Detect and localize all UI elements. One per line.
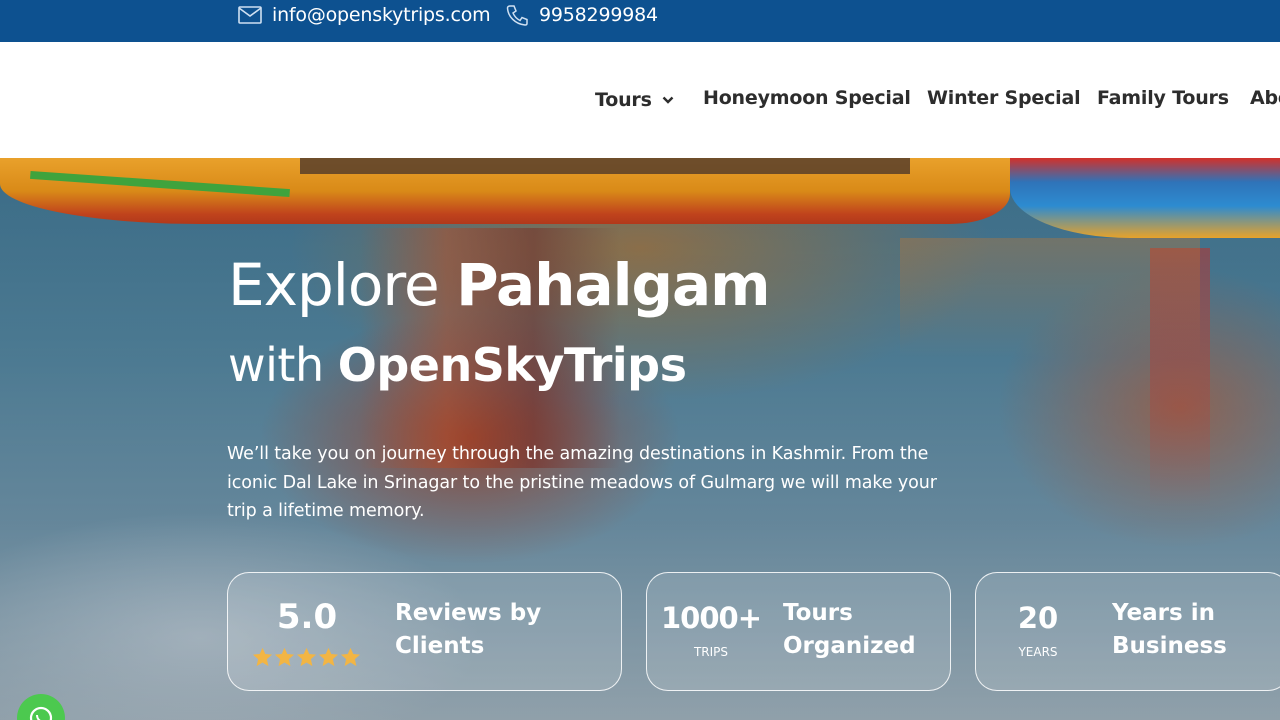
nav-item-label: Tours xyxy=(595,89,652,111)
phone-icon xyxy=(506,5,528,26)
stat-value: 5.0 xyxy=(276,597,338,637)
stat-sub: TRIPS xyxy=(693,645,729,659)
stat-value: 1000+ xyxy=(661,601,762,635)
chevron-down-icon xyxy=(662,87,674,109)
nav-item-winter-special[interactable]: Winter Special xyxy=(927,87,1081,109)
stat-label: Tours Organized xyxy=(783,597,916,663)
hero-title-light: with xyxy=(228,338,338,392)
star-icon xyxy=(252,647,273,667)
nav-item-tours[interactable]: Tours xyxy=(595,87,674,111)
star-icon xyxy=(318,647,339,667)
nav-item-label: Honeymoon Special xyxy=(703,87,911,109)
nav-item-honeymoon-special[interactable]: Honeymoon Special xyxy=(703,87,911,109)
hero-title-bold: Pahalgam xyxy=(456,251,770,319)
hero-section: Explore Pahalgam with OpenSkyTrips We’ll… xyxy=(0,158,1280,720)
hero-title-line2: with OpenSkyTrips xyxy=(228,338,687,392)
main-navbar: Tours Honeymoon Special Winter Special F… xyxy=(0,42,1280,158)
stat-card-years: 20 YEARS Years in Business xyxy=(975,572,1280,691)
hero-background-boat-right xyxy=(1010,158,1280,238)
whatsapp-icon xyxy=(29,706,53,720)
nav-item-label: Winter Special xyxy=(927,87,1081,109)
stat-label-line2: Organized xyxy=(783,633,916,659)
stat-label-line2: Business xyxy=(1112,633,1227,659)
star-icon xyxy=(296,647,317,667)
star-icon xyxy=(340,647,361,667)
phone-link[interactable]: 9958299984 xyxy=(505,0,658,30)
stat-label-line2: Clients xyxy=(395,633,485,659)
stat-label-line1: Tours xyxy=(783,600,853,626)
hero-title-light: Explore xyxy=(228,251,457,319)
nav-item-family-tours[interactable]: Family Tours xyxy=(1097,87,1229,109)
email-text: info@openskytrips.com xyxy=(272,4,491,26)
stat-sub: YEARS xyxy=(1018,645,1058,659)
stat-label: Years in Business xyxy=(1112,597,1227,663)
stat-card-tours: 1000+ TRIPS Tours Organized xyxy=(646,572,951,691)
nav-item-label: Abo xyxy=(1250,87,1280,109)
top-contact-bar: info@openskytrips.com 9958299984 xyxy=(0,0,1280,42)
nav-item-label: Family Tours xyxy=(1097,87,1229,109)
stat-label: Reviews by Clients xyxy=(395,597,541,663)
stat-value: 20 xyxy=(1017,601,1059,635)
email-link[interactable]: info@openskytrips.com xyxy=(238,0,491,30)
hero-title-bold: OpenSkyTrips xyxy=(337,338,687,392)
star-icon xyxy=(274,647,295,667)
stat-label-line1: Years in xyxy=(1112,600,1215,626)
rating-stars xyxy=(252,647,361,667)
whatsapp-button[interactable] xyxy=(17,694,65,720)
nav-item-about[interactable]: Abo xyxy=(1250,87,1280,109)
stat-label-line1: Reviews by xyxy=(395,600,542,626)
hero-title-line1: Explore Pahalgam xyxy=(228,251,771,319)
stat-card-reviews: 5.0 Reviews by Clients xyxy=(227,572,622,691)
hero-background-boat-deck xyxy=(300,158,910,174)
mail-icon xyxy=(238,6,262,24)
phone-text: 9958299984 xyxy=(539,4,658,26)
hero-description: We’ll take you on journey through the am… xyxy=(227,444,937,521)
hero-background-reflection xyxy=(900,238,1200,358)
